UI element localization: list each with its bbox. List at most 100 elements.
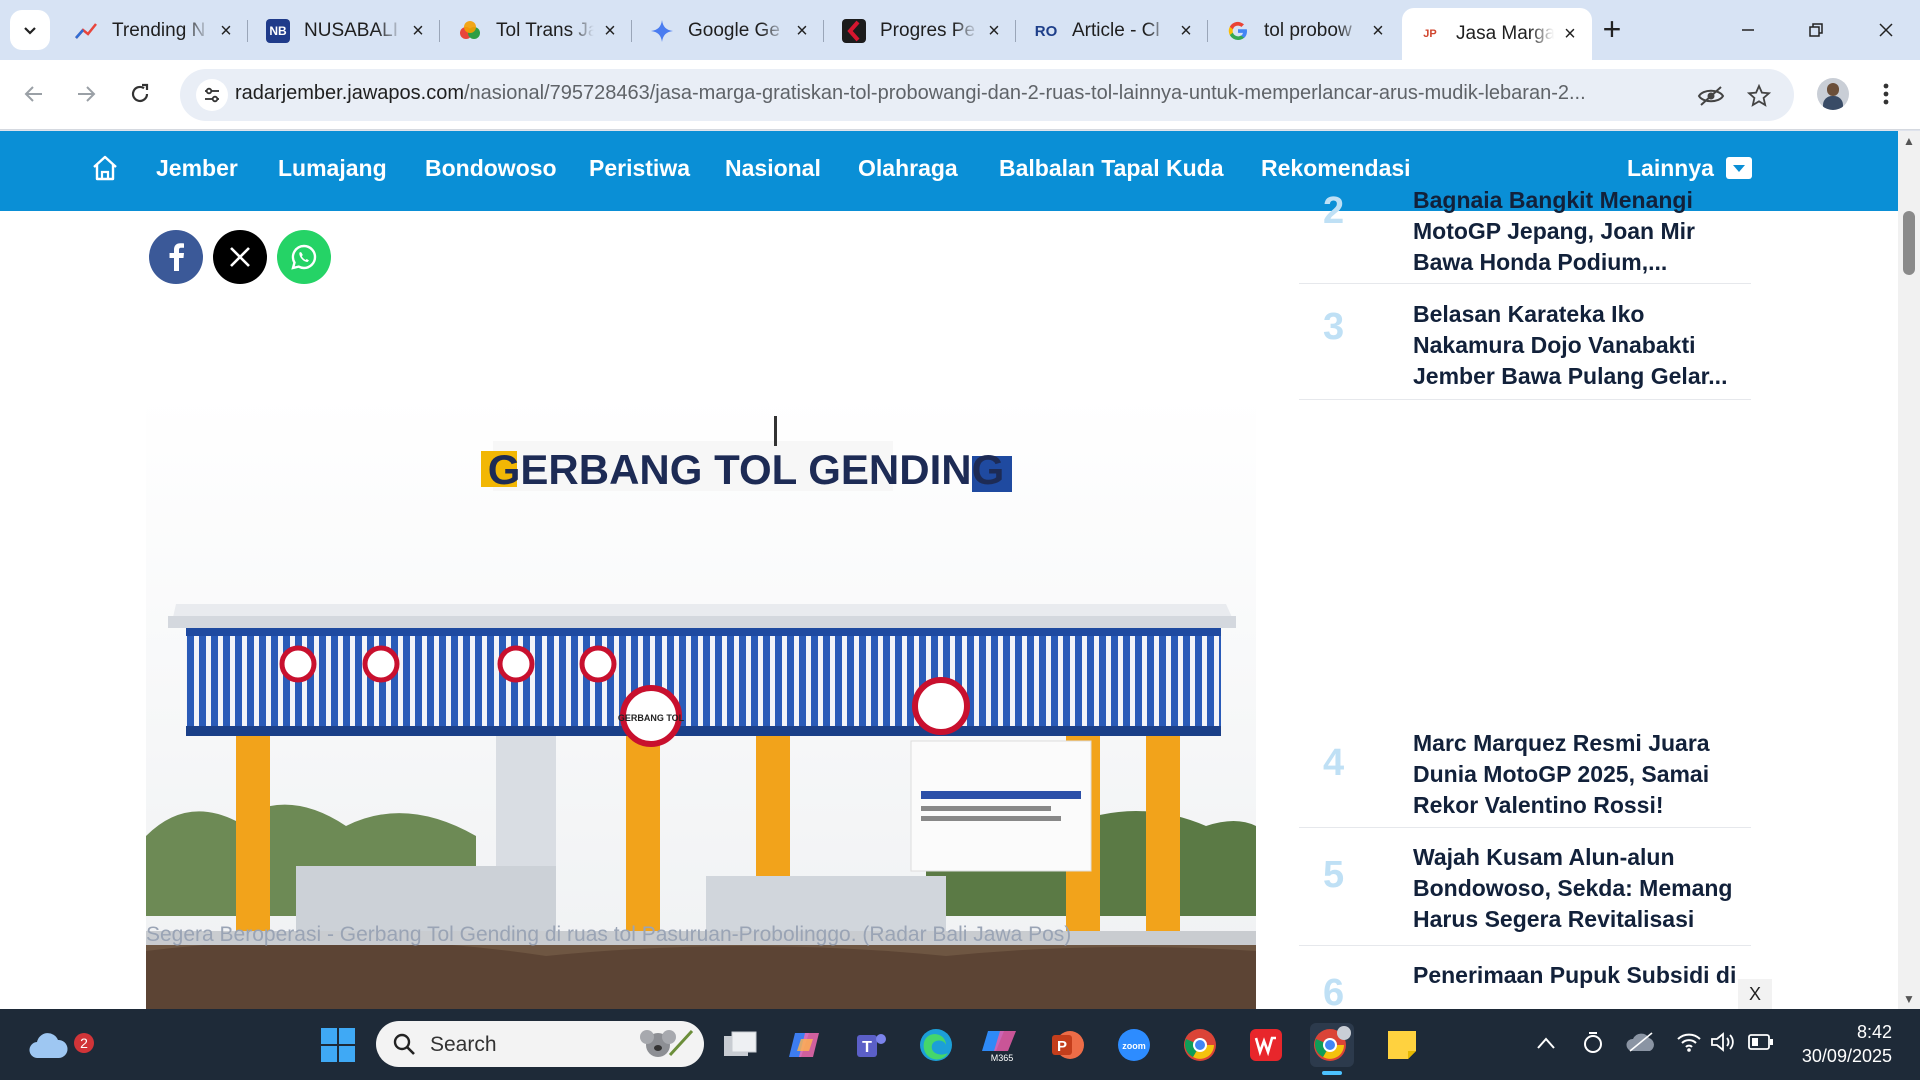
battery-icon[interactable] [1748,1033,1774,1057]
trending-item[interactable]: 6 Penerimaan Pupuk Subsidi di [1299,946,1751,1009]
nav-item-peristiwa[interactable]: Peristiwa [589,155,690,182]
close-ad-button[interactable]: X [1738,979,1772,1009]
page-scrollbar[interactable]: ▲ ▼ [1898,131,1920,1009]
trending-title[interactable]: Marc Marquez Resmi Juara Dunia MotoGP 20… [1413,728,1743,821]
bookmark-star-icon[interactable] [1744,81,1774,111]
task-view-button[interactable] [718,1023,762,1067]
taskbar-clock[interactable]: 8:42 30/09/2025 [1792,1020,1892,1068]
trending-number: 2 [1323,190,1345,232]
trending-item[interactable]: 2 Bagnaia Bangkit Menangi MotoGP Jepang,… [1299,176,1751,284]
wifi-icon[interactable] [1676,1031,1702,1059]
profile-avatar[interactable] [1817,78,1849,110]
sticky-notes-app[interactable] [1380,1023,1424,1067]
m365-app[interactable]: M365 [980,1023,1024,1067]
start-button[interactable] [316,1023,360,1067]
search-icon [393,1033,415,1055]
trending-title[interactable]: Belasan Karateka Iko Nakamura Dojo Vanab… [1413,299,1743,392]
new-tab-button[interactable]: + [1594,12,1630,48]
close-window-button[interactable] [1856,8,1916,52]
share-x-button[interactable] [213,230,267,284]
nb-logo-icon: NB [266,19,290,43]
trending-item[interactable]: 4 Marc Marquez Resmi Juara Dunia MotoGP … [1299,710,1751,828]
nav-item-bondowoso[interactable]: Bondowoso [425,155,557,182]
m365-icon: M365 [982,1031,1016,1063]
scrollbar-thumb[interactable] [1903,211,1915,275]
trending-number: 3 [1323,306,1345,348]
trending-title[interactable]: Wajah Kusam Alun-alun Bondowoso, Sekda: … [1413,842,1743,935]
browser-tab[interactable]: Progres Pe × [826,8,1016,54]
close-tab-icon[interactable]: × [1176,21,1196,41]
trending-item[interactable]: 3 Belasan Karateka Iko Nakamura Dojo Van… [1299,284,1751,400]
windows-logo-icon [321,1028,355,1062]
copilot-app[interactable] [783,1023,827,1067]
close-tab-icon[interactable]: × [216,21,236,41]
chrome-profile-app-active[interactable] [1310,1023,1354,1075]
tab-search-button[interactable] [10,10,50,50]
nav-item-jember[interactable]: Jember [156,155,238,182]
browser-tab[interactable]: RO Article - Cl × [1018,8,1208,54]
chrome-profile-icon [1314,1026,1351,1061]
svg-text:P: P [1057,1038,1067,1055]
share-whatsapp-button[interactable] [277,230,331,284]
tab-title: tol probow [1264,20,1352,41]
arrow-right-icon [78,86,96,102]
forward-button[interactable] [64,72,108,116]
close-tab-icon[interactable]: × [1560,24,1580,44]
site-info-icon[interactable] [196,79,228,111]
close-tab-icon[interactable]: × [1368,21,1388,41]
browser-tab-strip: Trending N × NB NUSABALI × Tol Trans Ja … [0,0,1920,60]
close-tab-icon[interactable]: × [600,21,620,41]
zoom-app[interactable]: zoom [1112,1023,1156,1067]
home-icon[interactable] [90,153,120,183]
browser-tab[interactable]: Tol Trans Ja × [442,8,632,54]
trending-chart-icon [74,19,98,43]
close-tab-icon[interactable]: × [792,21,812,41]
chrome-icon [1184,1029,1216,1061]
tray-app-icon[interactable] [1582,1029,1604,1061]
powerpoint-app[interactable]: P [1046,1023,1090,1067]
taskbar-search-box[interactable]: Search [376,1021,704,1067]
show-hidden-icons[interactable] [1536,1033,1556,1056]
edge-app[interactable] [914,1023,958,1067]
minimize-button[interactable] [1718,8,1778,52]
article-icon: RO [1034,22,1058,40]
browser-tab[interactable]: Google Ge × [634,8,824,54]
restore-icon [1809,23,1823,37]
trending-title[interactable]: Bagnaia Bangkit Menangi MotoGP Jepang, J… [1413,185,1743,278]
nav-item-nasional[interactable]: Nasional [725,155,821,182]
browser-tab-active[interactable]: JP Jasa Marga × [1402,8,1592,60]
browser-menu-button[interactable] [1864,72,1908,116]
powerpoint-icon: P [1052,1031,1084,1059]
share-facebook-button[interactable] [149,230,203,284]
browser-tab[interactable]: NB NUSABALI × [250,8,440,54]
nav-item-lumajang[interactable]: Lumajang [278,155,387,182]
tab-title: Google Ge [688,20,780,41]
nav-item-balbalan-tapal-kuda[interactable]: Balbalan Tapal Kuda [999,155,1224,182]
reload-button[interactable] [118,72,162,116]
trending-title[interactable]: Penerimaan Pupuk Subsidi di [1413,960,1743,991]
weather-badge: 2 [74,1033,94,1053]
browser-tab[interactable]: Trending N × [58,8,248,54]
address-bar[interactable]: radarjember.jawapos.com/nasional/7957284… [180,69,1794,121]
trending-number: 5 [1323,854,1345,896]
back-button[interactable] [12,72,56,116]
browser-tab[interactable]: tol probow × [1210,8,1400,54]
teams-icon: T [857,1034,886,1057]
onedrive-icon[interactable] [1626,1031,1656,1059]
teams-app[interactable]: T [849,1023,893,1067]
tracking-protection-icon[interactable] [1696,81,1726,111]
tab-title: NUSABALI [304,20,398,41]
restore-button[interactable] [1786,8,1846,52]
volume-icon[interactable] [1710,1031,1736,1059]
scroll-down-icon[interactable]: ▼ [1902,993,1916,1005]
url-text[interactable]: radarjember.jawapos.com/nasional/7957284… [235,82,1705,105]
scroll-up-icon[interactable]: ▲ [1902,135,1916,147]
weather-widget[interactable]: 2 [26,1023,94,1067]
close-tab-icon[interactable]: × [984,21,1004,41]
nav-item-olahraga[interactable]: Olahraga [858,155,958,182]
chrome-app[interactable] [1178,1023,1222,1067]
more-vertical-icon [1883,83,1889,105]
trending-item[interactable]: 5 Wajah Kusam Alun-alun Bondowoso, Sekda… [1299,828,1751,946]
wps-app[interactable] [1244,1023,1288,1067]
close-tab-icon[interactable]: × [408,21,428,41]
